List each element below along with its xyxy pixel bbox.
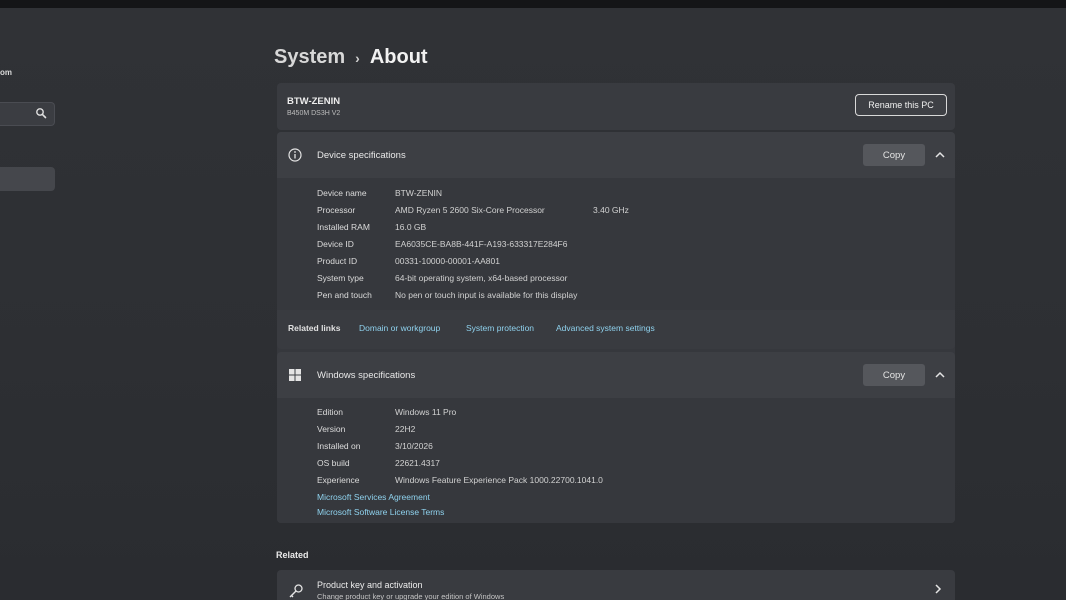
spec-label: Processor (317, 205, 356, 215)
spec-value: AMD Ryzen 5 2600 Six-Core Processor (395, 205, 545, 215)
device-specs-title: Device specifications (317, 150, 406, 161)
info-icon (288, 148, 302, 162)
pc-name: BTW-ZENIN (287, 96, 341, 107)
sidebar-account-email: om (0, 68, 12, 77)
spec-label: Installed RAM (317, 222, 370, 232)
spec-label: Device ID (317, 239, 354, 249)
windows-specs-title: Windows specifications (317, 370, 416, 381)
link-microsoft-services-agreement[interactable]: Microsoft Services Agreement (317, 492, 430, 502)
spec-value: No pen or touch input is available for t… (395, 290, 578, 300)
spec-label: Experience (317, 475, 360, 485)
pc-model: B450M DS3H V2 (287, 110, 341, 117)
windows-specs-body: Edition Windows 11 Pro Version 22H2 Inst… (277, 398, 955, 523)
spec-label: Device name (317, 188, 367, 198)
copy-windows-specs-button[interactable]: Copy (863, 364, 925, 386)
product-key-card[interactable]: Product key and activation Change produc… (277, 570, 955, 600)
pc-name-card: BTW-ZENIN B450M DS3H V2 Rename this PC (277, 83, 955, 130)
spec-label: Installed on (317, 441, 361, 451)
spec-value: 3/10/2026 (395, 441, 433, 451)
windows-specs-header[interactable]: Windows specifications Copy (277, 352, 955, 398)
rename-pc-button[interactable]: Rename this PC (855, 94, 947, 116)
spec-label: Version (317, 424, 346, 434)
sidebar-item-system[interactable] (0, 167, 55, 191)
spec-value: EA6035CE-BA8B-441F-A193-633317E284F6 (395, 239, 568, 249)
spec-label: OS build (317, 458, 350, 468)
related-links-row: Related links Domain or workgroup System… (277, 310, 955, 349)
spec-value: BTW-ZENIN (395, 188, 443, 198)
spec-value: 00331-10000-00001-AA801 (395, 256, 500, 266)
search-icon (36, 108, 47, 119)
product-key-subtitle: Change product key or upgrade your editi… (317, 592, 505, 600)
spec-label: System type (317, 273, 364, 283)
spec-value: 22H2 (395, 424, 416, 434)
link-microsoft-software-license-terms[interactable]: Microsoft Software License Terms (317, 507, 444, 517)
processor-speed: 3.40 GHz (593, 205, 629, 215)
spec-label: Product ID (317, 256, 358, 266)
product-key-title: Product key and activation (317, 580, 423, 590)
device-specs-header[interactable]: Device specifications Copy (277, 132, 955, 178)
windows-logo-icon (289, 369, 301, 381)
windows-specs-card: Windows specifications Copy Edition Wind… (277, 352, 955, 523)
spec-value: 22621.4317 (395, 458, 440, 468)
settings-window: om System › About BTW-ZENIN B450M DS3H V… (0, 0, 1066, 600)
spec-label: Edition (317, 407, 343, 417)
spec-value: 16.0 GB (395, 222, 427, 232)
link-advanced-system-settings[interactable]: Advanced system settings (556, 323, 655, 333)
sidebar-search-box[interactable] (0, 102, 55, 126)
related-links-label: Related links (288, 323, 341, 333)
screen-bezel (0, 0, 1066, 8)
copy-device-specs-button[interactable]: Copy (863, 144, 925, 166)
breadcrumb: System › About (274, 46, 428, 69)
page-title: About (369, 46, 428, 68)
chevron-up-icon[interactable] (933, 148, 947, 162)
spec-label: Pen and touch (317, 290, 372, 300)
breadcrumb-system[interactable]: System (274, 46, 345, 69)
spec-value: Windows 11 Pro (395, 407, 457, 417)
chevron-right-icon: › (355, 49, 360, 66)
related-heading: Related (276, 550, 309, 560)
chevron-right-icon (935, 584, 942, 594)
link-domain-workgroup[interactable]: Domain or workgroup (359, 323, 440, 333)
link-system-protection[interactable]: System protection (466, 323, 534, 333)
chevron-up-icon[interactable] (933, 368, 947, 382)
key-icon (289, 584, 303, 598)
spec-value: Windows Feature Experience Pack 1000.227… (395, 475, 603, 485)
spec-value: 64-bit operating system, x64-based proce… (395, 273, 568, 283)
